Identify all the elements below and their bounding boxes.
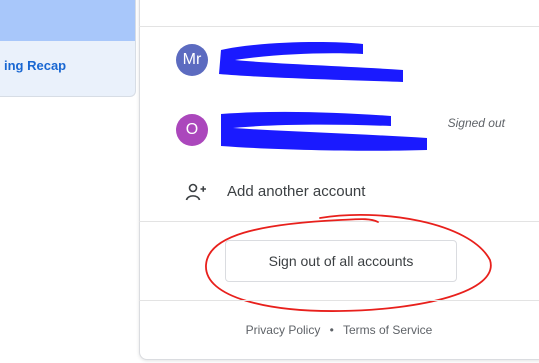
add-account-button[interactable]: Add another account xyxy=(139,172,539,212)
card-header-band xyxy=(0,0,135,41)
avatar: Mr xyxy=(176,44,208,76)
footer-separator: • xyxy=(329,323,334,337)
sign-out-all-button[interactable]: Sign out of all accounts xyxy=(225,240,457,282)
add-account-label: Add another account xyxy=(227,183,366,200)
person-add-icon xyxy=(185,183,206,201)
account-row-1[interactable]: Mr xyxy=(139,40,539,88)
terms-of-service-link[interactable]: Terms of Service xyxy=(343,323,432,337)
redaction-mark xyxy=(219,42,403,82)
divider-bottom xyxy=(139,300,539,301)
redaction-mark xyxy=(221,111,427,151)
divider-top xyxy=(139,26,539,27)
footer: Privacy Policy • Terms of Service xyxy=(139,323,539,337)
status-badge: Signed out xyxy=(447,116,505,130)
privacy-policy-link[interactable]: Privacy Policy xyxy=(246,323,321,337)
divider-middle xyxy=(139,221,539,222)
avatar-initials: O xyxy=(185,121,199,138)
account-row-2[interactable]: O Signed out xyxy=(139,108,539,158)
background-card: ing Recap xyxy=(0,0,136,97)
avatar: O xyxy=(176,114,208,146)
sidebar-item-label[interactable]: ing Recap xyxy=(4,58,66,73)
avatar-initials: Mr xyxy=(182,51,202,68)
